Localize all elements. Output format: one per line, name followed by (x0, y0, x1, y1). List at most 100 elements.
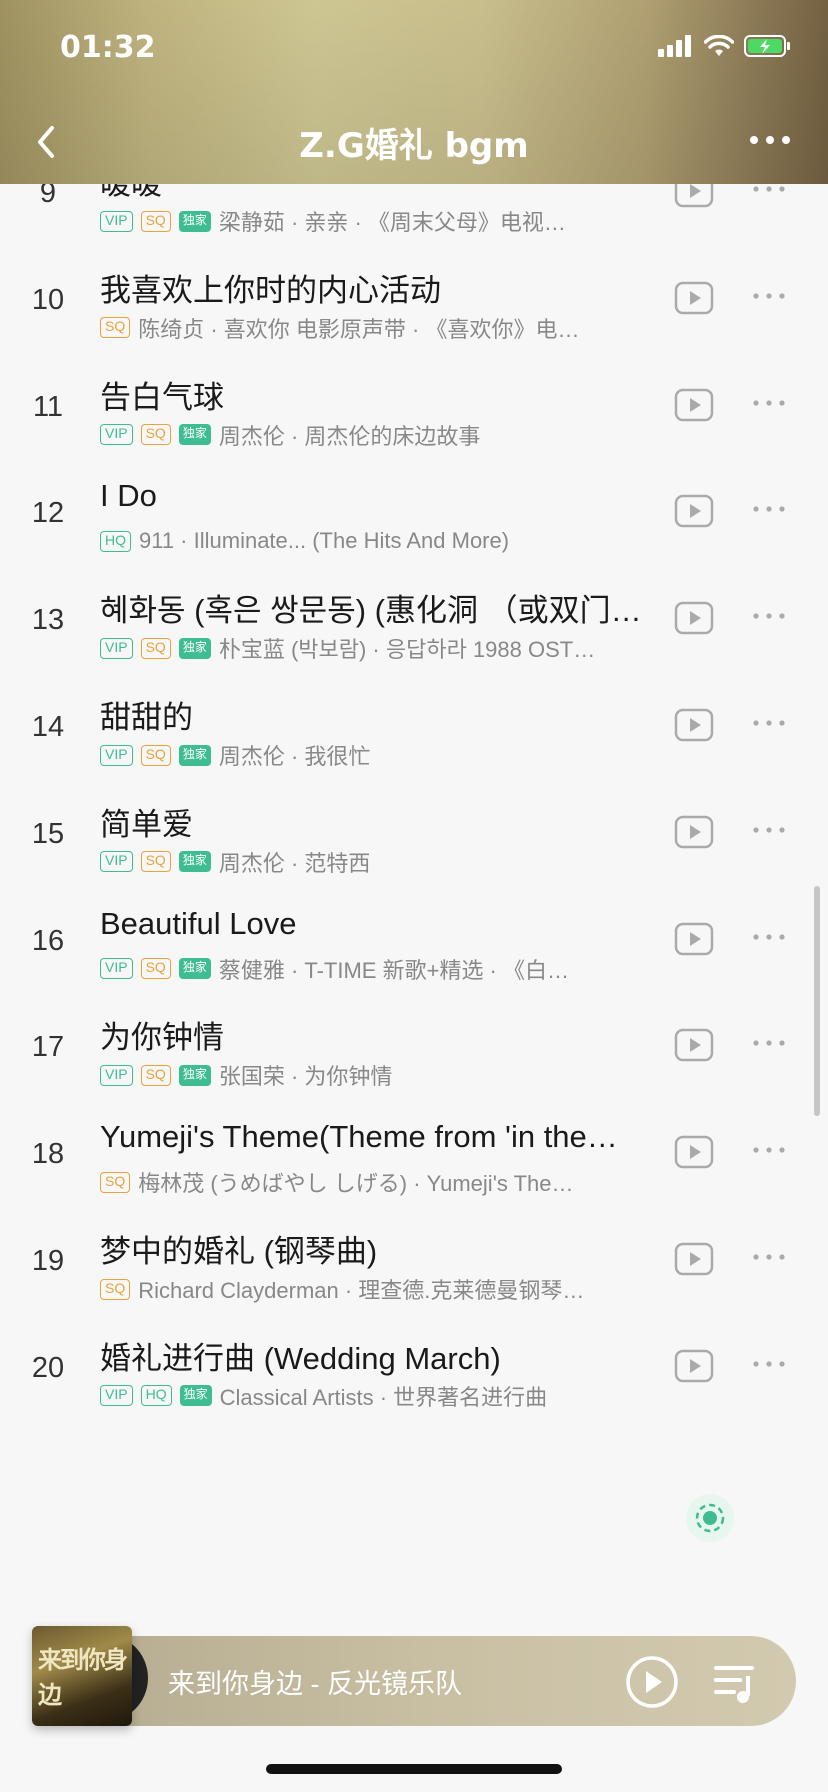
song-more-icon[interactable] (752, 398, 786, 408)
song-row[interactable]: 15 简单爱 VIP SQ 独家 周杰伦 · 范特西 (0, 791, 828, 913)
song-row[interactable]: 16 Beautiful Love VIP SQ 独家 蔡健雅 · T-TIME 新歌+精… (0, 898, 828, 1020)
song-artist-album: Classical Artists · 世界著名进行曲 (219, 1384, 548, 1410)
song-number: 19 (31, 1245, 65, 1277)
sq-badge: SQ (140, 637, 171, 659)
play-video-icon[interactable] (674, 1028, 714, 1062)
song-artist-album: 周杰伦 · 范特西 (218, 850, 371, 876)
page-title: Z.G婚礼 bgm (299, 126, 529, 166)
song-row[interactable]: 19 梦中的婚礼 (钢琴曲) SQ Richard Clayderman · 理查德.… (0, 1218, 828, 1340)
play-video-icon[interactable] (674, 815, 714, 849)
song-number: 11 (32, 390, 64, 423)
song-more-icon[interactable] (752, 1359, 786, 1369)
play-video-icon[interactable] (674, 281, 714, 315)
song-more-icon[interactable] (752, 504, 786, 514)
song-title: Beautiful Love (100, 905, 297, 941)
song-more-icon[interactable] (752, 1038, 786, 1048)
song-number: 18 (31, 1138, 65, 1171)
sq-badge: SQ (140, 958, 171, 980)
song-more-icon[interactable] (752, 1252, 786, 1262)
song-meta: VIP SQ 独家 周杰伦 · 周杰伦的床边故事 (100, 420, 660, 450)
song-meta: VIP SQ 独家 蔡健雅 · T-TIME 新歌+精选 · 《白… (100, 954, 660, 984)
song-number: 13 (31, 604, 65, 637)
play-video-icon[interactable] (674, 708, 714, 742)
song-more-icon[interactable] (752, 291, 786, 301)
song-artist-album: 陈绮贞 · 喜欢你 电影原声带 · 《喜欢你》电… (138, 316, 580, 342)
song-title: I Do (100, 478, 157, 514)
song-title: 혜화동 (혹은 쌍문동) (惠化洞 （或双门… (100, 593, 642, 629)
song-title: 为你钟情 (100, 1020, 224, 1056)
vip-badge: VIP (100, 1064, 133, 1086)
exclusive-badge: 独家 (178, 210, 211, 232)
song-title: 甜甜的 (100, 700, 193, 735)
song-row[interactable]: 20 婚礼进行曲 (Wedding March) VIP HQ 独家 Classical … (0, 1325, 828, 1447)
song-meta: VIP HQ 独家 Classical Artists · 世界著名进行曲 (100, 1381, 660, 1411)
hq-badge: HQ (140, 1385, 172, 1407)
target-icon (695, 1503, 725, 1533)
vip-badge: VIP (100, 851, 133, 873)
song-row[interactable]: 11 告白气球 VIP SQ 独家 周杰伦 · 周杰伦的床边故事 (0, 364, 828, 486)
song-artist-album: 朴宝蓝 (박보람) · 응답하라 1988 OST… (218, 637, 596, 663)
play-video-icon[interactable] (674, 1135, 714, 1169)
play-video-icon[interactable] (674, 388, 714, 422)
song-title: 我喜欢上你时的内心活动 (100, 272, 441, 308)
song-meta: SQ Richard Clayderman · 理查德.克莱德曼钢琴… (100, 1274, 660, 1304)
song-more-icon[interactable] (752, 718, 786, 728)
sq-badge: SQ (100, 317, 131, 339)
song-title: 婚礼进行曲 (Wedding March) (100, 1340, 501, 1376)
song-meta: VIP SQ 独家 周杰伦 · 范特西 (100, 847, 660, 877)
scrollbar[interactable] (814, 886, 820, 1116)
more-horizontal-icon[interactable] (746, 125, 794, 155)
play-video-icon[interactable] (674, 922, 714, 956)
song-artist-album: 周杰伦 · 我很忙 (218, 744, 371, 769)
song-artist-album: 周杰伦 · 周杰伦的床边故事 (218, 423, 481, 449)
play-video-icon[interactable] (674, 1349, 714, 1383)
song-row[interactable]: 14 甜甜的 VIP SQ 独家 周杰伦 · 我很忙 (0, 684, 828, 806)
album-art-text: 来到你身边 (38, 1646, 128, 1709)
sq-badge: SQ (140, 851, 171, 873)
sq-badge: SQ (140, 1064, 171, 1086)
song-number: 20 (31, 1351, 65, 1384)
song-row[interactable]: 18 Yumeji's Theme(Theme from 'in the… SQ 梅林… (0, 1111, 828, 1233)
sq-badge: SQ (100, 1171, 131, 1193)
song-more-icon[interactable] (752, 1145, 786, 1155)
song-meta: VIP SQ 独家 张国荣 · 为你钟情 (100, 1060, 660, 1090)
playlist-icon[interactable] (712, 1662, 760, 1704)
song-more-icon[interactable] (752, 932, 786, 942)
now-playing-text[interactable]: 来到你身边 - 反光镜乐队 (168, 1662, 462, 1701)
song-meta: VIP SQ 独家 梁静茹 · 亲亲 · 《周末父母》电视… (100, 206, 660, 236)
exclusive-badge: 独家 (178, 637, 211, 659)
song-row[interactable]: 13 혜화동 (혹은 쌍문동) (惠化洞 （或双门… VIP SQ 独家 朴宝蓝 (박보람… (0, 577, 828, 699)
song-meta: VIP SQ 独家 朴宝蓝 (박보람) · 응답하라 1988 OST… (100, 633, 660, 663)
song-row[interactable]: 10 我喜欢上你时的内心活动 SQ 陈绮贞 · 喜欢你 电影原声带 · 《喜欢你》电… (0, 257, 828, 379)
song-more-icon[interactable] (752, 825, 786, 835)
exclusive-badge: 独家 (178, 744, 211, 766)
song-more-icon[interactable] (752, 184, 786, 194)
song-title: 梦中的婚礼 (钢琴曲) (100, 1234, 378, 1269)
play-video-icon[interactable] (674, 494, 714, 528)
exclusive-badge: 独家 (178, 958, 211, 980)
wifi-icon (704, 35, 734, 56)
battery-icon (744, 35, 790, 57)
player-play-icon[interactable] (624, 1654, 680, 1710)
locate-current-button[interactable] (686, 1494, 734, 1542)
song-meta: SQ 梅林茂 (うめばやし しげる) · Yumeji's The… (100, 1167, 660, 1197)
home-indicator[interactable] (266, 1764, 562, 1774)
play-video-icon[interactable] (674, 601, 714, 635)
sq-badge: SQ (140, 424, 171, 446)
play-video-icon[interactable] (674, 1242, 714, 1276)
song-title: Yumeji's Theme(Theme from 'in the… (100, 1119, 618, 1155)
song-number: 16 (31, 924, 65, 957)
song-meta: VIP SQ 独家 周杰伦 · 我很忙 (100, 740, 660, 770)
status-time: 01:32 (60, 30, 156, 65)
sq-badge: SQ (140, 210, 171, 232)
album-art[interactable]: 来到你身边 (32, 1626, 132, 1726)
song-more-icon[interactable] (752, 611, 786, 621)
song-number: 10 (31, 283, 65, 316)
vip-badge: VIP (100, 958, 133, 980)
song-row[interactable]: 12 I Do HQ 911 · Illuminate... (The Hits An… (0, 470, 828, 592)
exclusive-badge: 独家 (178, 851, 211, 873)
vip-badge: VIP (100, 424, 133, 446)
sq-badge: SQ (140, 744, 171, 766)
song-row[interactable]: 17 为你钟情 VIP SQ 独家 张国荣 · 为你钟情 (0, 1004, 828, 1126)
song-meta: HQ 911 · Illuminate... (The Hits And More… (100, 526, 660, 556)
